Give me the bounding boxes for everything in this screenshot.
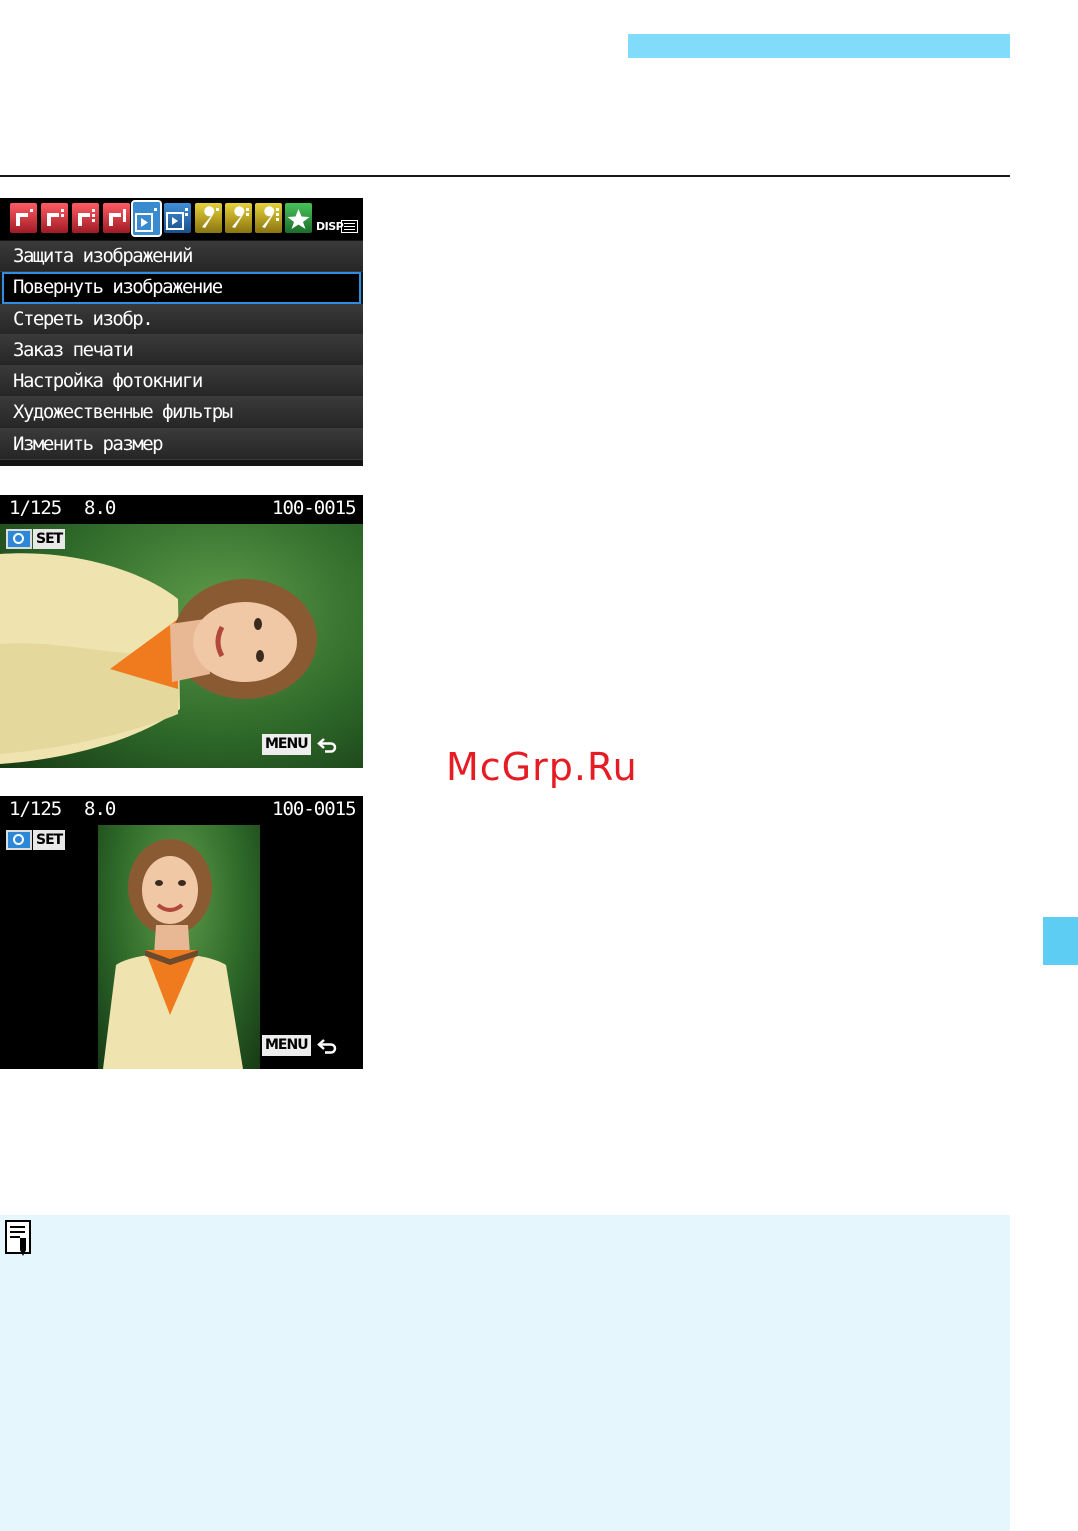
note-box — [0, 1215, 1010, 1531]
shooting-info-row: 1/125 8.0 100-0015 — [0, 495, 363, 524]
menu-tab-bar: DISP — [0, 198, 363, 240]
playback-screen-after: 1/125 8.0 100-0015 SET MENU — [0, 796, 363, 1069]
set-badge: SET — [33, 830, 66, 850]
shutter-speed: 1/125 — [9, 497, 62, 519]
setup-tab-3-icon[interactable] — [255, 203, 282, 233]
menu-list: Защита изображений Повернуть изображение… — [0, 241, 363, 461]
set-badge: SET — [33, 529, 66, 549]
chapter-side-tab — [1043, 917, 1078, 965]
menu-item-creative-filters[interactable]: Художественные фильтры — [0, 397, 363, 429]
my-menu-star-icon[interactable] — [285, 203, 312, 233]
menu-item-erase[interactable]: Стереть изобр. — [0, 303, 363, 335]
watermark-text: McGrp.Ru — [446, 745, 638, 789]
menu-badge: MENU — [262, 1035, 311, 1056]
playback-tab-1-icon[interactable] — [131, 200, 162, 237]
header-divider — [0, 175, 1010, 177]
aperture-value: 8.0 — [84, 798, 116, 820]
setup-tab-1-icon[interactable] — [195, 203, 222, 233]
menu-item-rotate[interactable]: Повернуть изображение — [2, 272, 361, 304]
setup-tab-2-icon[interactable] — [225, 203, 252, 233]
memo-pencil-icon — [5, 1220, 31, 1256]
file-number: 100-0015 — [272, 798, 357, 820]
menu-item-resize[interactable]: Изменить размер — [0, 428, 363, 461]
aperture-value: 8.0 — [84, 497, 116, 519]
menu-item-protect[interactable]: Защита изображений — [0, 241, 363, 273]
menu-badge: MENU — [262, 734, 311, 755]
quick-control-icon — [6, 529, 32, 549]
camera-menu-screen: DISP Защита изображений Повернуть изобра… — [0, 198, 363, 466]
disp-label: DISP — [316, 220, 344, 233]
shutter-speed: 1/125 — [9, 798, 62, 820]
menu-item-print-order[interactable]: Заказ печати — [0, 334, 363, 367]
quick-control-icon — [6, 830, 32, 850]
info-list-icon — [341, 220, 358, 233]
shooting-tab-3-icon[interactable] — [72, 203, 99, 233]
shooting-tab-4-icon[interactable] — [103, 203, 130, 233]
file-number: 100-0015 — [272, 497, 357, 519]
playback-screen-before: 1/125 8.0 100-0015 SET MENU — [0, 495, 363, 768]
section-header-bar — [628, 34, 1010, 58]
return-arrow-icon — [317, 738, 337, 753]
sideways-photo — [0, 524, 363, 768]
playback-tab-2-icon[interactable] — [164, 203, 191, 233]
shooting-tab-2-icon[interactable] — [41, 203, 68, 233]
return-arrow-icon — [317, 1039, 337, 1054]
upright-photo — [98, 825, 260, 1069]
menu-item-photobook[interactable]: Настройка фотокниги — [0, 366, 363, 398]
shooting-info-row: 1/125 8.0 100-0015 — [0, 796, 363, 825]
shooting-tab-1-icon[interactable] — [10, 203, 37, 233]
